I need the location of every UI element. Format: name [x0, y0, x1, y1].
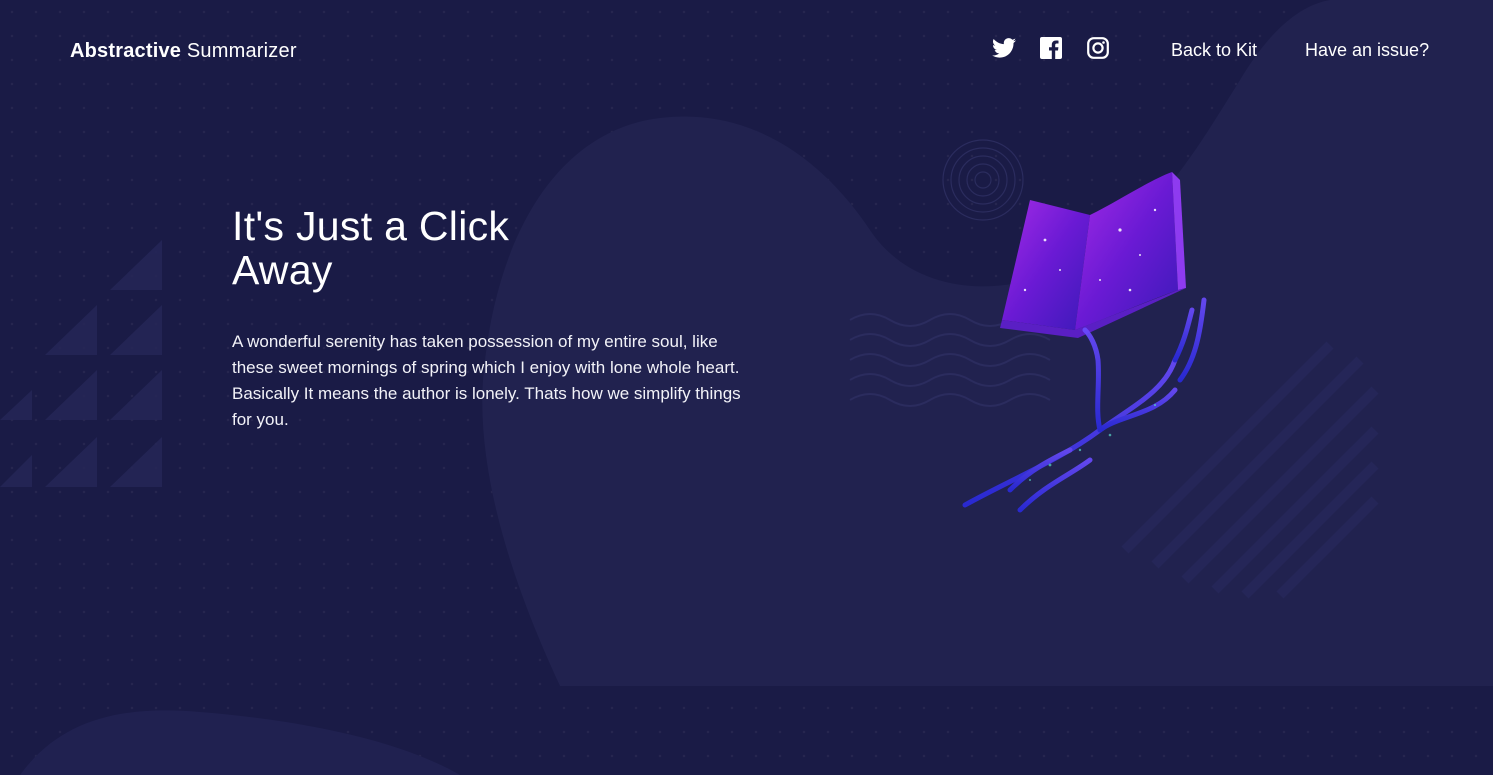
particle-hand-shape — [962, 297, 1207, 513]
triangle-pattern — [0, 240, 162, 487]
brand-name-bold: Abstractive — [70, 40, 182, 62]
twitter-icon[interactable] — [992, 36, 1016, 60]
back-to-kit-link[interactable]: Back to Kit — [1171, 38, 1257, 62]
hero-description: A wonderful serenity has taken possessio… — [232, 329, 752, 433]
instagram-icon[interactable] — [1086, 36, 1110, 60]
facebook-icon[interactable] — [1039, 36, 1063, 60]
book-shape — [1000, 172, 1186, 338]
book-in-hand-illustration — [962, 172, 1207, 513]
brand-logo[interactable]: Abstractive Summarizer — [70, 38, 297, 64]
brand-name-light: Summarizer — [181, 40, 297, 62]
hero-title: It's Just a Click Away — [232, 203, 510, 293]
hero-paragraph-1: A wonderful serenity has taken possessio… — [232, 332, 740, 377]
landing-page: Abstractive Summarizer Back to Kit Have … — [0, 0, 1493, 775]
bottom-blob — [20, 710, 460, 775]
social-links — [992, 36, 1110, 60]
hero-paragraph-2: Basically It means the author is lonely.… — [232, 384, 741, 429]
have-an-issue-link[interactable]: Have an issue? — [1305, 38, 1429, 62]
